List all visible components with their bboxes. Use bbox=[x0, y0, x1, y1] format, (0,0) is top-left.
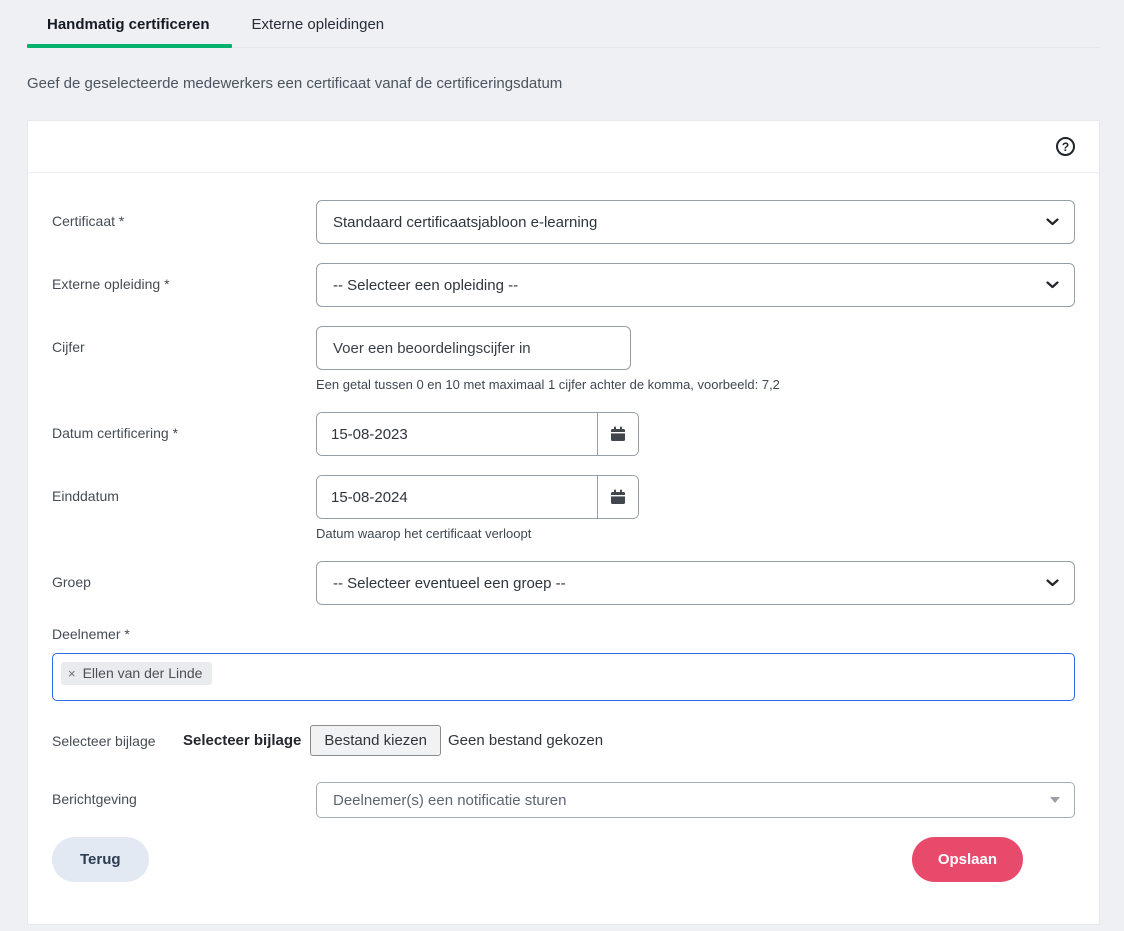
calendar-button[interactable] bbox=[597, 476, 638, 518]
form-card: ? Certificaat * Standaard certificaatsja… bbox=[27, 120, 1100, 925]
datum-certificering-label: Datum certificering * bbox=[52, 412, 316, 456]
berichtgeving-label: Berichtgeving bbox=[52, 782, 316, 818]
row-cijfer: Cijfer Een getal tussen 0 en 10 met maxi… bbox=[52, 326, 1075, 392]
row-bijlage: Selecteer bijlage Selecteer bijlage Best… bbox=[52, 725, 1075, 756]
einddatum-hint: Datum waarop het certificaat verloopt bbox=[316, 526, 1075, 541]
cijfer-hint: Een getal tussen 0 en 10 met maximaal 1 … bbox=[316, 377, 1075, 392]
back-button[interactable]: Terug bbox=[52, 837, 149, 882]
datum-certificering-input[interactable] bbox=[317, 413, 597, 455]
tabs-bar: Handmatig certificeren Externe opleiding… bbox=[27, 0, 1100, 48]
groep-select[interactable]: -- Selecteer eventueel een groep -- bbox=[316, 561, 1075, 605]
datum-certificering-group bbox=[316, 412, 639, 456]
selected-participant-tag: × Ellen van der Linde bbox=[61, 662, 212, 685]
externe-opleiding-select[interactable]: -- Selecteer een opleiding -- bbox=[316, 263, 1075, 307]
calendar-icon bbox=[610, 426, 626, 442]
remove-tag-icon[interactable]: × bbox=[68, 667, 76, 680]
tab-label: Externe opleidingen bbox=[252, 16, 385, 33]
groep-label: Groep bbox=[52, 561, 316, 605]
card-body: Certificaat * Standaard certificaatsjabl… bbox=[28, 173, 1099, 924]
tab-handmatig-certificeren[interactable]: Handmatig certificeren bbox=[27, 16, 232, 47]
cijfer-label: Cijfer bbox=[52, 326, 316, 392]
deelnemer-label: Deelnemer * bbox=[52, 626, 1075, 642]
cijfer-input[interactable] bbox=[316, 326, 631, 370]
externe-opleiding-label: Externe opleiding * bbox=[52, 263, 316, 307]
calendar-button[interactable] bbox=[597, 413, 638, 455]
bijlage-label: Selecteer bijlage bbox=[52, 733, 183, 749]
calendar-icon bbox=[610, 489, 626, 505]
no-file-chosen-text: Geen bestand gekozen bbox=[448, 732, 603, 749]
einddatum-group bbox=[316, 475, 639, 519]
help-icon[interactable]: ? bbox=[1056, 137, 1075, 156]
berichtgeving-select[interactable]: Deelnemer(s) een notificatie sturen bbox=[316, 782, 1075, 818]
card-header: ? bbox=[28, 121, 1099, 173]
row-externe-opleiding: Externe opleiding * -- Selecteer een opl… bbox=[52, 263, 1075, 307]
berichtgeving-selected-value: Deelnemer(s) een notificatie sturen bbox=[333, 792, 566, 809]
deelnemer-multiselect[interactable]: × Ellen van der Linde bbox=[52, 653, 1075, 701]
save-button[interactable]: Opslaan bbox=[912, 837, 1023, 882]
certificaat-label: Certificaat * bbox=[52, 200, 316, 244]
einddatum-input[interactable] bbox=[317, 476, 597, 518]
file-choose-button[interactable]: Bestand kiezen bbox=[310, 725, 441, 756]
page-subtitle: Geef de geselecteerde medewerkers een ce… bbox=[27, 75, 1124, 92]
row-certificaat: Certificaat * Standaard certificaatsjabl… bbox=[52, 200, 1075, 244]
dropdown-arrow-icon bbox=[1050, 797, 1060, 803]
einddatum-label: Einddatum bbox=[52, 475, 316, 541]
page: Handmatig certificeren Externe opleiding… bbox=[0, 0, 1124, 931]
tab-label: Handmatig certificeren bbox=[47, 16, 210, 33]
bijlage-bold-label: Selecteer bijlage bbox=[183, 732, 301, 749]
certificaat-select[interactable]: Standaard certificaatsjabloon e-learning bbox=[316, 200, 1075, 244]
tab-externe-opleidingen[interactable]: Externe opleidingen bbox=[232, 16, 407, 47]
row-groep: Groep -- Selecteer eventueel een groep -… bbox=[52, 561, 1075, 605]
participant-name: Ellen van der Linde bbox=[83, 665, 203, 681]
buttons-row: Terug Opslaan bbox=[52, 837, 1075, 882]
active-tab-underline bbox=[27, 44, 232, 48]
row-datum-certificering: Datum certificering * bbox=[52, 412, 1075, 456]
row-einddatum: Einddatum Datum waarop bbox=[52, 475, 1075, 541]
row-deelnemer: Deelnemer * × Ellen van der Linde bbox=[52, 626, 1075, 701]
row-berichtgeving: Berichtgeving Deelnemer(s) een notificat… bbox=[52, 782, 1075, 818]
